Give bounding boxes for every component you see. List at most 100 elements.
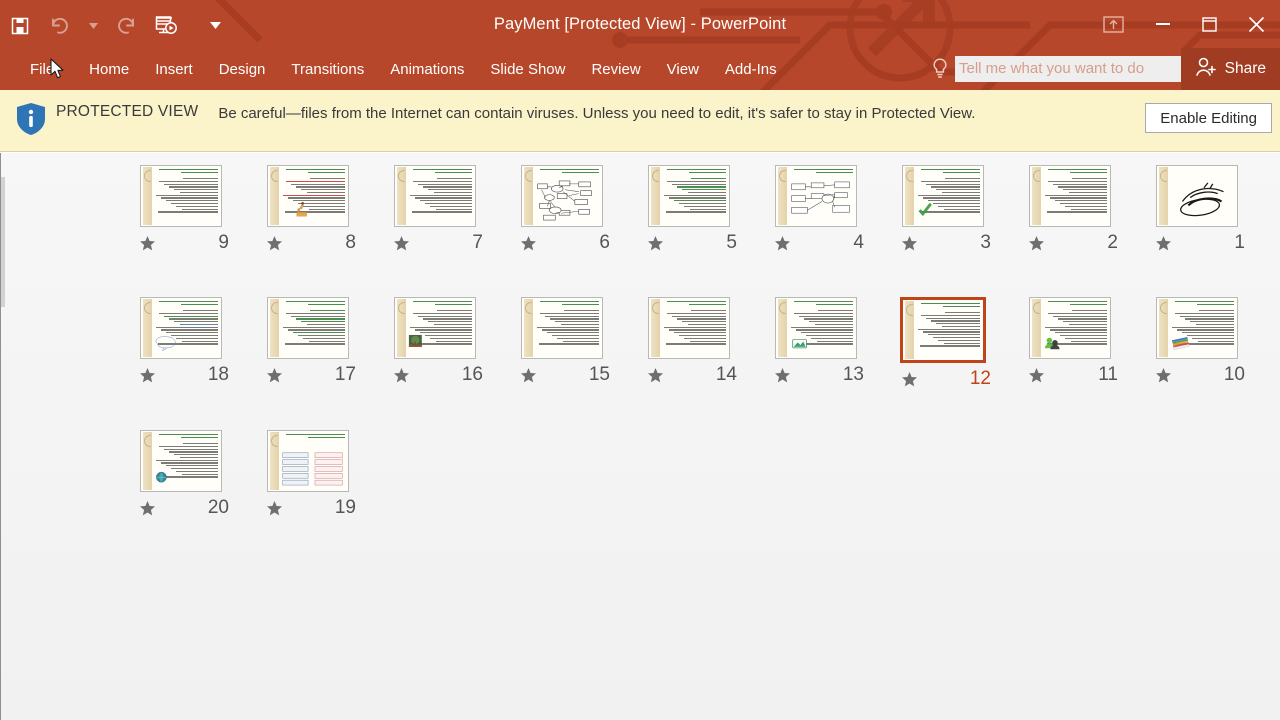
slide-thumbnail[interactable] <box>521 297 603 359</box>
maximize-icon[interactable] <box>1186 2 1232 46</box>
close-icon[interactable] <box>1232 2 1280 46</box>
slide-thumbnail[interactable] <box>775 165 857 227</box>
slide-cell[interactable]: 9 <box>117 165 245 261</box>
slide-cell[interactable]: 19 <box>244 430 372 526</box>
slide-thumbnail[interactable] <box>394 165 476 227</box>
slide-title-lines <box>281 301 345 307</box>
slide-thumbnail-content <box>1157 298 1237 358</box>
slide-thumbnail-content <box>903 166 983 226</box>
slide-thumbnail[interactable] <box>902 165 984 227</box>
slide-number: 7 <box>472 232 483 253</box>
slide-cell[interactable]: 16 <box>371 297 499 393</box>
slide-thumbnail[interactable] <box>648 297 730 359</box>
slide-title-lines <box>535 301 599 307</box>
slide-thumbnail[interactable] <box>394 297 476 359</box>
slide-cell[interactable]: 5 <box>625 165 753 261</box>
save-icon[interactable] <box>0 6 40 46</box>
tab-transitions[interactable]: Transitions <box>278 48 377 90</box>
ribbon-display-options-icon[interactable] <box>1086 2 1140 46</box>
tab-slide-show[interactable]: Slide Show <box>477 48 578 90</box>
slide-cell[interactable]: 2 <box>1006 165 1134 261</box>
slide-body-content <box>408 178 472 223</box>
start-slideshow-icon[interactable] <box>146 6 186 46</box>
slide-thumbnail[interactable] <box>1029 297 1111 359</box>
slide-body-content <box>154 443 218 488</box>
slide-decorative-sidebar <box>143 299 152 357</box>
slide-thumbnail[interactable] <box>140 297 222 359</box>
slide-thumbnail[interactable] <box>900 297 986 363</box>
tab-add-ins[interactable]: Add-Ins <box>712 48 790 90</box>
slide-decorative-sidebar <box>1032 299 1041 357</box>
slide-number: 11 <box>1098 364 1118 385</box>
slide-decorative-sidebar <box>905 167 914 225</box>
slide-cell[interactable]: 6 <box>498 165 626 261</box>
slide-cell[interactable]: 20 <box>117 430 245 526</box>
slide-cell[interactable]: 1 <box>1133 165 1261 261</box>
slide-meta: 4 <box>752 232 880 261</box>
slide-thumbnail-content <box>1030 298 1110 358</box>
slide-number: 8 <box>345 232 356 253</box>
slide-cell[interactable]: 13 <box>752 297 880 393</box>
slide-cell[interactable]: 7 <box>371 165 499 261</box>
tab-design[interactable]: Design <box>206 48 279 90</box>
slide-cell[interactable]: 8 <box>244 165 372 261</box>
slide-body-content <box>662 178 726 223</box>
slide-cell[interactable]: 10 <box>1133 297 1261 393</box>
slide-cell[interactable]: 4 <box>752 165 880 261</box>
slide-thumbnail-content <box>649 298 729 358</box>
enable-editing-button[interactable]: Enable Editing <box>1145 103 1272 133</box>
slide-meta: 1 <box>1133 232 1261 261</box>
slide-meta: 11 <box>1006 364 1134 393</box>
slide-thumbnail[interactable] <box>267 165 349 227</box>
slide-cell[interactable]: 12 <box>879 297 1007 397</box>
slide-thumbnail[interactable] <box>140 430 222 492</box>
slide-thumbnail[interactable] <box>521 165 603 227</box>
title-bar: PayMent [Protected View] - PowerPoint <box>0 0 1280 48</box>
slide-thumbnail-content <box>268 298 348 358</box>
tell-me-input[interactable] <box>955 56 1185 82</box>
share-button[interactable]: Share <box>1180 48 1280 90</box>
slide-sorter-pane[interactable]: 9 8 7 6 5 4 3 2 1 18 17 16 15 14 13 12 11 10 20 19 <box>0 153 1280 720</box>
slide-thumbnail[interactable] <box>1156 297 1238 359</box>
slide-decorative-sidebar <box>651 167 660 225</box>
slide-meta: 13 <box>752 364 880 393</box>
star-icon <box>647 367 664 389</box>
slide-body-content <box>154 310 218 355</box>
tab-home[interactable]: Home <box>76 48 142 90</box>
slide-meta: 2 <box>1006 232 1134 261</box>
slide-cell[interactable]: 11 <box>1006 297 1134 393</box>
star-icon <box>393 367 410 389</box>
customize-qat-icon[interactable] <box>202 6 228 46</box>
slide-body-content <box>154 178 218 223</box>
slide-body-content <box>281 178 345 223</box>
slide-decorative-sidebar <box>270 432 279 490</box>
slide-thumbnail-content <box>776 298 856 358</box>
slide-thumbnail[interactable] <box>267 430 349 492</box>
slide-thumbnail[interactable] <box>140 165 222 227</box>
tab-review[interactable]: Review <box>578 48 653 90</box>
slide-cell[interactable]: 18 <box>117 297 245 393</box>
star-icon <box>139 367 156 389</box>
slide-number: 9 <box>218 232 229 253</box>
slide-title-lines <box>789 301 853 307</box>
slide-thumbnail[interactable] <box>1156 165 1238 227</box>
slide-thumbnail-content <box>903 300 983 360</box>
slide-thumbnail[interactable] <box>267 297 349 359</box>
tab-animations[interactable]: Animations <box>377 48 477 90</box>
slide-body-content <box>535 310 599 355</box>
slide-thumbnail-content <box>395 166 475 226</box>
tab-view[interactable]: View <box>654 48 712 90</box>
slide-cell[interactable]: 15 <box>498 297 626 393</box>
slide-cell[interactable]: 14 <box>625 297 753 393</box>
slide-decorative-sidebar <box>651 299 660 357</box>
slide-thumbnail[interactable] <box>648 165 730 227</box>
slide-thumbnail-content <box>522 298 602 358</box>
slide-cell[interactable]: 3 <box>879 165 1007 261</box>
slide-thumbnail[interactable] <box>1029 165 1111 227</box>
slide-number: 13 <box>842 364 864 385</box>
slide-thumbnail[interactable] <box>775 297 857 359</box>
slide-cell[interactable]: 17 <box>244 297 372 393</box>
minimize-icon[interactable] <box>1140 2 1186 46</box>
tab-insert[interactable]: Insert <box>142 48 206 90</box>
tab-file[interactable]: File <box>0 48 76 90</box>
